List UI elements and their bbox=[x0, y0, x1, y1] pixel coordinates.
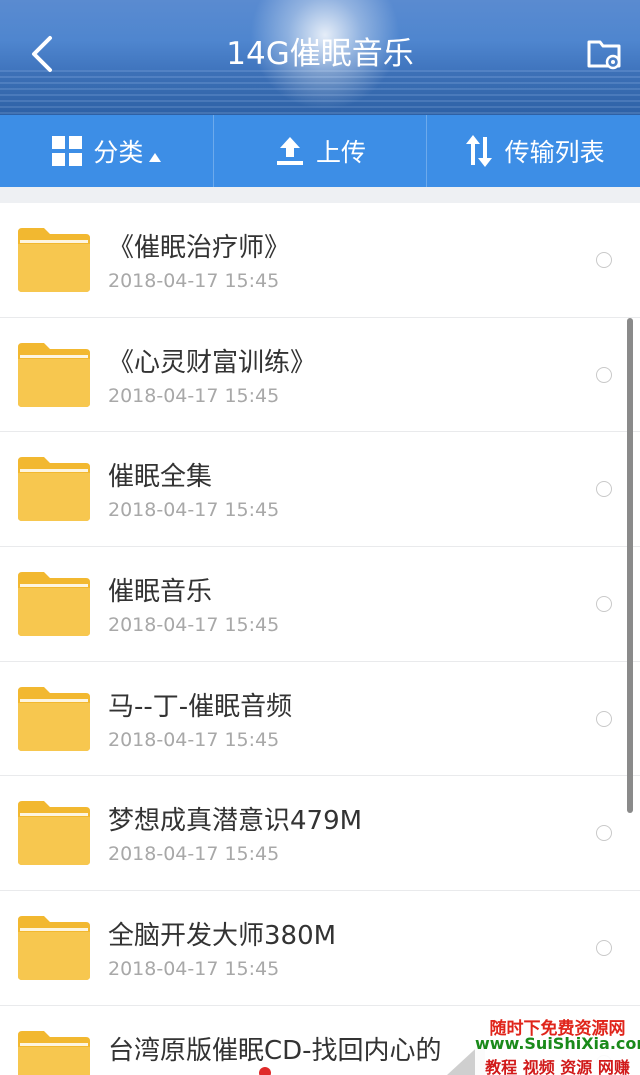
section-divider bbox=[0, 187, 640, 203]
transfer-list-label: 传输列表 bbox=[504, 138, 605, 167]
file-name: 梦想成真潜意识479M bbox=[108, 806, 363, 837]
chevron-left-icon[interactable] bbox=[22, 32, 62, 76]
file-date: 2018-04-17 15:45 bbox=[108, 843, 280, 866]
folder-icon bbox=[18, 342, 90, 407]
file-row[interactable]: 《心灵财富训练》 2018-04-17 15:45 bbox=[0, 318, 640, 433]
select-radio[interactable] bbox=[596, 481, 612, 498]
select-radio[interactable] bbox=[596, 366, 612, 383]
folder-icon bbox=[18, 572, 90, 637]
grid-icon bbox=[52, 136, 83, 166]
file-date: 2018-04-17 15:45 bbox=[108, 499, 280, 522]
file-date: 2018-04-17 15:45 bbox=[108, 270, 280, 292]
upload-icon bbox=[277, 137, 303, 165]
folder-icon bbox=[18, 916, 90, 981]
file-name: 催眠音乐 bbox=[108, 577, 213, 608]
folder-icon bbox=[18, 228, 90, 292]
file-date: 2018-04-17 15:45 bbox=[108, 614, 280, 637]
file-name: 《心灵财富训练》 bbox=[108, 347, 317, 378]
folder-settings-icon[interactable] bbox=[585, 34, 625, 74]
file-row[interactable]: 催眠全集 2018-04-17 15:45 bbox=[0, 432, 640, 548]
folder-icon bbox=[18, 686, 90, 751]
file-name: 马--丁-催眠音频 bbox=[108, 691, 293, 722]
file-date: 2018-04-17 15:45 bbox=[108, 958, 280, 981]
folder-icon bbox=[18, 457, 90, 522]
file-row[interactable]: 催眠音乐 2018-04-17 15:45 bbox=[0, 547, 640, 662]
file-list: 《催眠治疗师》 2018-04-17 15:45 《心灵财富训练》 2018-04-1… bbox=[0, 203, 640, 1075]
watermark-line3: 教程 视频 资源 网赚 bbox=[485, 1058, 630, 1075]
select-radio[interactable] bbox=[596, 940, 612, 957]
select-radio[interactable] bbox=[596, 825, 612, 842]
scrollbar[interactable] bbox=[627, 318, 633, 813]
file-row[interactable]: 马--丁-催眠音频 2018-04-17 15:45 bbox=[0, 662, 640, 777]
upload-label: 上传 bbox=[316, 138, 367, 167]
file-name: 《催眠治疗师》 bbox=[108, 233, 291, 263]
watermark: 随时下免费资源网 www.SuiShiXia.com 教程 视频 资源 网赚 bbox=[475, 1012, 640, 1075]
transfer-arrows-icon bbox=[465, 135, 492, 167]
folder-icon bbox=[18, 1030, 90, 1075]
file-date: 2018-04-17 15:45 bbox=[108, 384, 280, 407]
file-row[interactable]: 《催眠治疗师》 2018-04-17 15:45 bbox=[0, 203, 640, 318]
transfer-list-button[interactable]: 传输列表 bbox=[426, 115, 640, 187]
select-radio[interactable] bbox=[596, 252, 612, 268]
caret-down-icon bbox=[149, 152, 162, 162]
upload-button[interactable]: 上传 bbox=[212, 115, 427, 187]
action-toolbar: 分类 上传 传输列表 bbox=[0, 115, 640, 187]
file-row[interactable]: 全脑开发大师380M 2018-04-17 15:45 bbox=[0, 891, 640, 1006]
watermark-line2: www.SuiShiXia.com bbox=[475, 1034, 640, 1053]
file-date: 2018-04-17 15:45 bbox=[108, 728, 280, 751]
app-header: 14G催眠音乐 bbox=[0, 0, 640, 115]
category-button[interactable]: 分类 bbox=[0, 115, 213, 187]
page-indicator-dot bbox=[259, 1067, 271, 1075]
select-radio[interactable] bbox=[596, 596, 612, 613]
select-radio[interactable] bbox=[596, 710, 612, 727]
file-row[interactable]: 梦想成真潜意识479M 2018-04-17 15:45 bbox=[0, 776, 640, 892]
page-title: 14G催眠音乐 bbox=[226, 36, 414, 72]
category-label: 分类 bbox=[93, 138, 144, 167]
file-name: 全脑开发大师380M bbox=[108, 921, 337, 952]
file-name: 台湾原版催眠CD-找回内心的 bbox=[108, 1035, 442, 1066]
folder-icon bbox=[18, 801, 90, 866]
file-name: 催眠全集 bbox=[108, 462, 213, 493]
